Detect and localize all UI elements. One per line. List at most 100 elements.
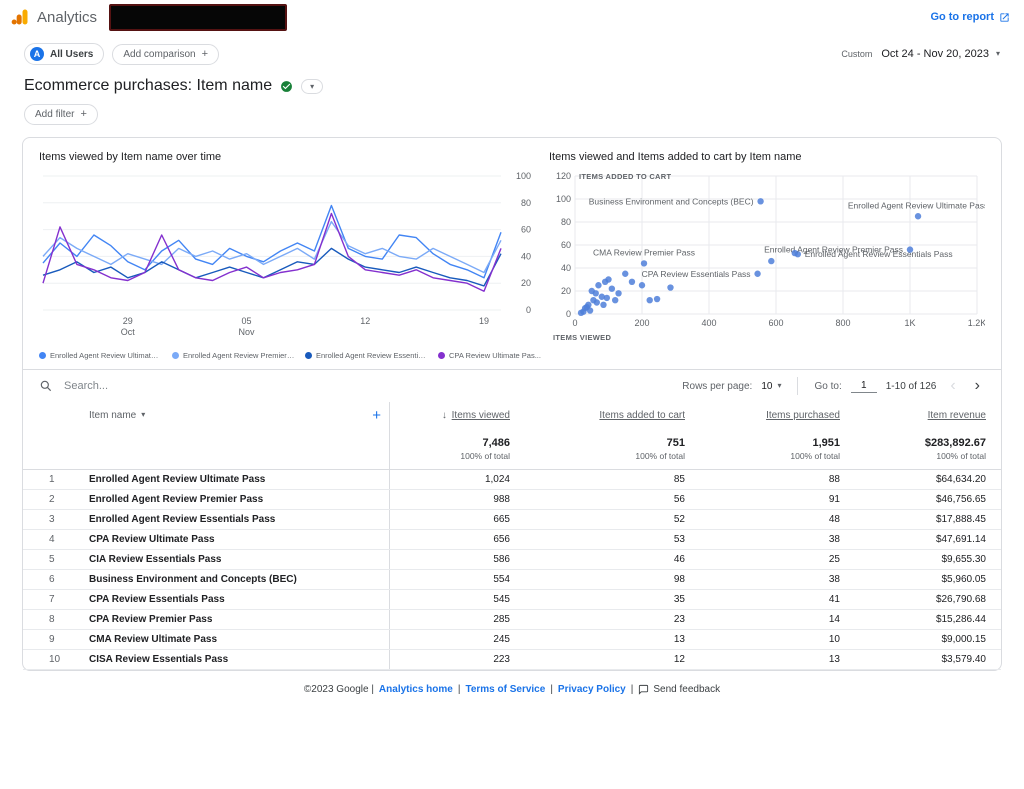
svg-text:Business Environment and Conce: Business Environment and Concepts (BEC) [589, 196, 754, 206]
go-to-report-label: Go to report [930, 11, 994, 23]
scatter-chart-title: Items viewed and Items added to cart by … [549, 151, 802, 163]
items-viewed-cell: 545 [493, 594, 510, 605]
footer-separator: | [630, 684, 634, 695]
svg-text:600: 600 [768, 318, 783, 328]
svg-text:05: 05 [242, 316, 252, 326]
row-number: 8 [49, 614, 55, 625]
items-purchased-cell: 10 [828, 634, 840, 645]
send-feedback-button[interactable]: Send feedback [638, 684, 720, 695]
legend-label: CPA Review Ultimate Pas... [449, 351, 541, 360]
line-chart-legend: Enrolled Agent Review Ultimate Pass Enrol… [39, 348, 545, 363]
svg-text:ITEMS ADDED TO CART: ITEMS ADDED TO CART [579, 172, 671, 181]
svg-text:Nov: Nov [239, 327, 256, 337]
chevron-down-icon: ▾ [777, 381, 782, 390]
line-chart[interactable]: 0 20 40 60 80 100 29Oct 05Nov 12 19 [39, 168, 539, 342]
legend-item[interactable]: CPA Review Ultimate Pas... [438, 351, 541, 360]
svg-text:100: 100 [556, 194, 571, 204]
items-added-cell: 13 [673, 634, 685, 645]
table-row[interactable]: 8 CPA Review Premier Pass 285 23 14 $15,286.4… [23, 610, 1001, 630]
svg-text:Enrolled Agent Review Ultimate: Enrolled Agent Review Ultimate Pass [848, 200, 985, 210]
table-row[interactable]: 2 Enrolled Agent Review Premier Pass 988 56… [23, 490, 1001, 510]
items-viewed-cell: 285 [493, 614, 510, 625]
item-revenue-cell: $17,888.45 [935, 514, 986, 525]
table-body: 1 Enrolled Agent Review Ultimate Pass 1,02… [23, 470, 1001, 670]
table-totals-row: 7,486 100% of total 751 100% of total 1,… [23, 428, 1001, 470]
add-column-button[interactable]: + [372, 408, 381, 423]
items-purchased-cell: 48 [828, 514, 840, 525]
items-viewed-cell: 665 [493, 514, 510, 525]
go-to-report-button[interactable]: Go to report [930, 11, 1010, 23]
items-purchased-cell: 91 [828, 494, 840, 505]
table-row[interactable]: 10 CISA Review Essentials Pass 223 12 13 $3,5… [23, 650, 1001, 670]
next-page-icon[interactable]: › [970, 378, 985, 394]
date-range-selector[interactable]: Oct 24 - Nov 20, 2023 ▾ [881, 48, 1000, 60]
column-header-items-purchased[interactable]: Items purchased [685, 410, 840, 421]
legend-item[interactable]: Enrolled Agent Review Ultimate Pass [39, 351, 162, 360]
footer-link-analytics-home[interactable]: Analytics home [379, 684, 453, 695]
total-items-purchased: 1,951 100% of total [790, 436, 840, 461]
table-row[interactable]: 9 CMA Review Ultimate Pass 245 13 10 $9,000.1… [23, 630, 1001, 650]
dimension-select[interactable]: Item name ▾ [89, 410, 145, 421]
item-revenue-cell: $3,579.40 [941, 654, 987, 665]
row-number: 4 [49, 534, 55, 545]
comparison-toolbar: A All Users Add comparison + Custom Oct … [0, 34, 1024, 70]
scatter-chart[interactable]: 0 200 400 600 800 1K 1.2K 0 20 40 60 80 100 120 ITEMS … [549, 168, 988, 350]
chevron-down-icon: ▾ [310, 81, 315, 91]
column-header-item-revenue[interactable]: Item revenue [840, 410, 1001, 421]
total-item-revenue: $283,892.67 100% of total [924, 436, 986, 461]
item-name-cell: Enrolled Agent Review Ultimate Pass [89, 470, 390, 489]
table-row[interactable]: 5 CIA Review Essentials Pass 586 46 25 $9,655… [23, 550, 1001, 570]
legend-dot-icon [305, 352, 312, 359]
legend-label: Enrolled Agent Review Ultimate Pass [50, 351, 162, 360]
property-selector-redacted[interactable] [109, 3, 288, 31]
svg-text:60: 60 [521, 225, 531, 235]
items-added-cell: 35 [673, 594, 685, 605]
items-viewed-cell: 245 [493, 634, 510, 645]
add-filter-button[interactable]: Add filter + [24, 104, 98, 125]
svg-text:80: 80 [521, 198, 531, 208]
item-name-cell: Enrolled Agent Review Premier Pass [89, 490, 390, 509]
add-comparison-button[interactable]: Add comparison + [112, 43, 220, 65]
svg-text:12: 12 [360, 316, 370, 326]
audience-chip-all-users[interactable]: A All Users [24, 43, 105, 65]
item-name-cell: Enrolled Agent Review Essentials Pass [89, 510, 390, 529]
chevron-down-icon: ▾ [141, 410, 146, 419]
divider [797, 377, 799, 395]
legend-item[interactable]: Enrolled Agent Review Essentials Pass [305, 351, 428, 360]
svg-text:19: 19 [479, 316, 489, 326]
row-number: 1 [49, 474, 55, 485]
report-options-button[interactable]: ▾ [301, 78, 324, 94]
plus-icon: + [201, 47, 209, 60]
column-header-items-viewed[interactable]: ↓ Items viewed [390, 410, 510, 421]
items-purchased-cell: 88 [828, 474, 840, 485]
total-items-added: 751 100% of total [635, 436, 685, 461]
page-footer: ©2023 Google | Analytics home | Terms of… [0, 684, 1024, 695]
legend-dot-icon [438, 352, 445, 359]
item-revenue-cell: $9,655.30 [941, 554, 987, 565]
previous-page-icon[interactable]: ‹ [945, 378, 960, 394]
audience-avatar: A [30, 47, 44, 61]
table-row[interactable]: 4 CPA Review Ultimate Pass 656 53 38 $47,691.… [23, 530, 1001, 550]
legend-item[interactable]: Enrolled Agent Review Premier Pass [172, 351, 295, 360]
table-row[interactable]: 1 Enrolled Agent Review Ultimate Pass 1,02… [23, 470, 1001, 490]
search-box [39, 379, 682, 393]
svg-text:1K: 1K [904, 318, 915, 328]
footer-link-privacy[interactable]: Privacy Policy [558, 684, 626, 695]
item-name-cell: CMA Review Ultimate Pass [89, 630, 390, 649]
footer-link-terms[interactable]: Terms of Service [465, 684, 545, 695]
legend-dot-icon [39, 352, 46, 359]
row-number: 2 [49, 494, 55, 505]
rows-per-page-select[interactable]: 10 ▾ [761, 381, 781, 392]
table-row[interactable]: 6 Business Environment and Concepts (BEC)… [23, 570, 1001, 590]
item-revenue-cell: $64,634.20 [935, 474, 986, 485]
page-title: Ecommerce purchases: Item name [24, 77, 273, 94]
items-purchased-cell: 13 [828, 654, 840, 665]
table-row[interactable]: 7 CPA Review Essentials Pass 545 35 41 $26,79… [23, 590, 1001, 610]
column-header-items-added[interactable]: Items added to cart [510, 410, 685, 421]
goto-page-input[interactable] [850, 379, 877, 393]
report-card: Items viewed by Item name over time 0 20 4… [22, 137, 1002, 671]
search-input[interactable] [62, 379, 292, 393]
items-purchased-cell: 38 [828, 534, 840, 545]
items-added-cell: 46 [673, 554, 685, 565]
table-row[interactable]: 3 Enrolled Agent Review Essentials Pass 66… [23, 510, 1001, 530]
